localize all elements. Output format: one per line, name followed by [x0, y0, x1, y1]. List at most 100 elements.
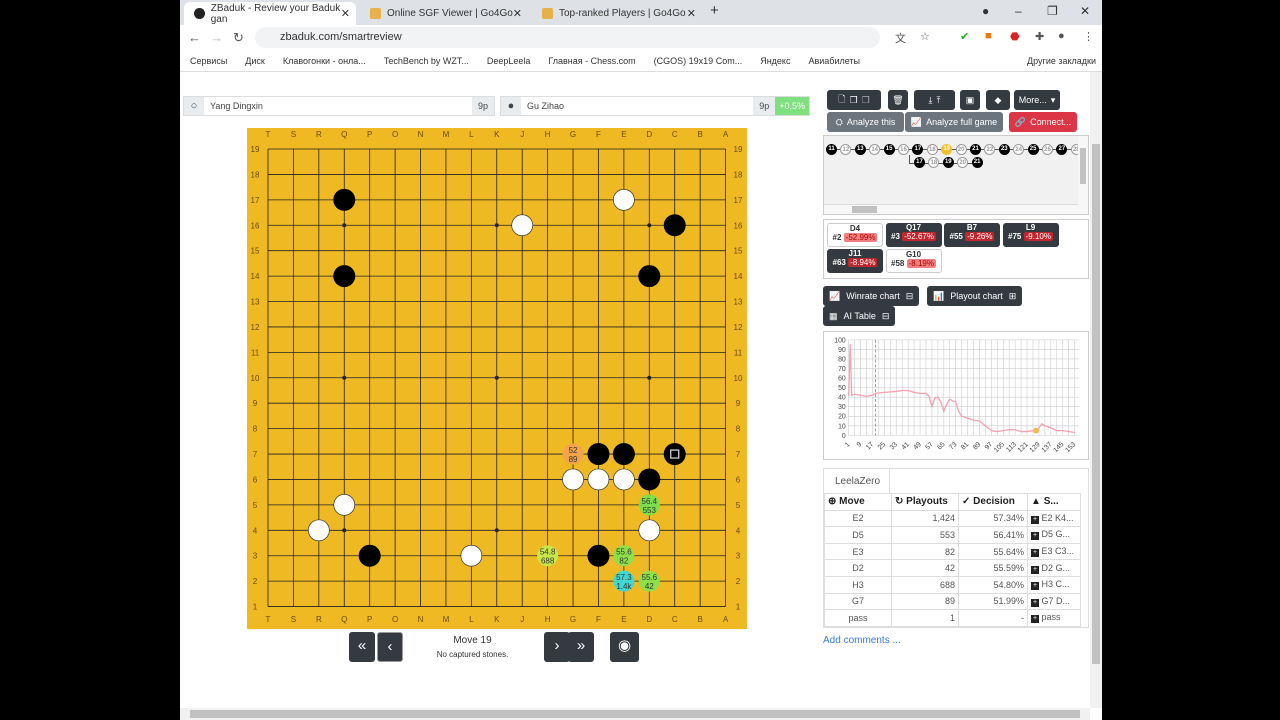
tree-node[interactable]: 16: [898, 144, 909, 155]
horizontal-scrollbar[interactable]: [180, 708, 1090, 720]
avatar[interactable]: ●: [1058, 30, 1065, 42]
tree-node[interactable]: 18: [928, 157, 940, 168]
new-tab-button[interactable]: +: [710, 2, 719, 19]
scrollbar-thumb[interactable]: [190, 710, 1080, 718]
candidate-move[interactable]: 5289: [562, 443, 584, 465]
table-row[interactable]: pass 1- + pass: [824, 609, 1081, 627]
winrate-chart[interactable]: 0 10 20 30 40 50 60 70 80 90 100 1 9 17 25 33 41 49 57 65 73…: [823, 331, 1089, 460]
winrate-chart-toggle[interactable]: 📈 Winrate chart ⊟: [823, 286, 920, 306]
tree-node[interactable]: 15: [883, 144, 895, 155]
mistake-item[interactable]: G10 #58 -8.19%: [885, 249, 942, 273]
analyze-this-button[interactable]: ⛭ Analyze this: [827, 112, 904, 132]
bookmark[interactable]: TechBench by WZT...: [384, 56, 469, 66]
bookmark[interactable]: Диск: [245, 56, 265, 66]
tree-node[interactable]: 17: [914, 157, 925, 168]
tab-zbaduk[interactable]: ZBaduk - Review your Baduk gan ✕: [184, 2, 356, 25]
url-input[interactable]: zbaduk.com/smartreview: [255, 27, 880, 48]
engine-tab[interactable]: LeelaZero: [824, 469, 890, 493]
tab-top-players[interactable]: Top-ranked Players | Go4Go ✕: [532, 2, 702, 25]
tree-node[interactable]: 13: [854, 144, 866, 155]
extension-icon[interactable]: ■: [985, 30, 992, 42]
tree-horizontal-scrollbar[interactable]: [824, 204, 1088, 214]
header-decision[interactable]: ✓ Decision: [958, 493, 1028, 511]
first-move-button[interactable]: «: [349, 632, 375, 662]
header-playouts[interactable]: ↻ Playouts: [891, 493, 959, 511]
close-tab-icon[interactable]: ✕: [687, 7, 696, 20]
ai-table-toggle[interactable]: ▦ AI Table ⊟: [823, 306, 896, 326]
go-board[interactable]: TT19 19SS18 18RR17 17QQ16 16PP15 15OO14 14NN13…: [247, 128, 747, 629]
table-row[interactable]: D5 553 56.41% + D5 G...: [824, 526, 1081, 544]
mistake-item[interactable]: Q17 #3 -52.67%: [885, 223, 942, 247]
star-icon[interactable]: ☆: [920, 30, 930, 43]
bookmark[interactable]: (CGOS) 19x19 Com...: [654, 56, 743, 66]
other-bookmarks[interactable]: Другие закладки: [1027, 56, 1102, 66]
tree-node[interactable]: 17: [912, 144, 924, 155]
next-move-button[interactable]: ›: [544, 632, 570, 662]
mistake-item[interactable]: J11 #63 -8.94%: [827, 249, 883, 273]
expand-icon[interactable]: +: [1031, 515, 1039, 524]
toggle-view-button[interactable]: ◉: [610, 632, 639, 662]
expand-icon[interactable]: +: [1031, 565, 1039, 574]
minimize-button[interactable]: –: [1015, 4, 1022, 18]
bookmark[interactable]: Сервисы: [190, 56, 227, 66]
candidate-move[interactable]: 55.642: [638, 570, 660, 592]
restore-button[interactable]: ❐: [1047, 4, 1058, 18]
menu-icon[interactable]: ⋮: [1083, 30, 1094, 43]
copy-icon[interactable]: ❐: [850, 95, 858, 106]
tree-node[interactable]: 21: [970, 144, 981, 155]
tree-node[interactable]: 20: [957, 157, 969, 168]
candidate-move[interactable]: 54.8688: [537, 545, 559, 567]
tab-sgf-viewer[interactable]: Online SGF Viewer | Go4Go ✕: [360, 2, 528, 25]
mistake-item[interactable]: B7 #55 -9.26%: [944, 223, 1000, 247]
scrollbar-thumb[interactable]: [1092, 144, 1100, 664]
forward-icon[interactable]: →: [210, 30, 223, 45]
expand-icon[interactable]: +: [1031, 532, 1039, 541]
last-move-button[interactable]: »: [568, 632, 594, 662]
bookmark[interactable]: DeepLeela: [487, 56, 531, 66]
close-tab-icon[interactable]: ✕: [341, 7, 350, 20]
header-sequence[interactable]: ▲ S...: [1027, 493, 1081, 511]
expand-icon[interactable]: +: [1031, 598, 1039, 607]
close-tab-icon[interactable]: ✕: [513, 7, 522, 20]
analyze-full-game-button[interactable]: 📈 Analyze full game: [905, 112, 1003, 132]
vertical-scrollbar[interactable]: [1090, 72, 1102, 708]
mistake-item[interactable]: D4 #2 -52.99%: [827, 223, 883, 247]
mistake-item[interactable]: L9 #75 -9.10%: [1002, 223, 1059, 247]
tree-node[interactable]: 27: [1056, 144, 1068, 155]
adblock-icon[interactable]: ⬣: [1010, 30, 1020, 43]
tree-node[interactable]: 26: [1042, 144, 1053, 155]
playout-chart-toggle[interactable]: 📊 Playout chart ⊞: [927, 286, 1023, 306]
table-row[interactable]: D2 42 55.59% + D2 G...: [824, 559, 1081, 577]
scrollbar-thumb[interactable]: [852, 206, 877, 213]
table-row[interactable]: E3 82 55.64% + E3 C3...: [824, 542, 1081, 561]
tree-node[interactable]: 20: [955, 144, 967, 155]
table-row[interactable]: G7 89 51.99% + G7 D...: [824, 592, 1081, 611]
more-dropdown[interactable]: More... ▾: [1014, 90, 1060, 110]
prev-move-button[interactable]: ‹: [377, 632, 403, 662]
paste-icon[interactable]: ❐: [862, 95, 870, 106]
tree-node[interactable]: 24: [1013, 144, 1025, 155]
add-comments-link[interactable]: Add comments ...: [823, 635, 901, 646]
tree-vertical-scrollbar[interactable]: [1078, 136, 1088, 206]
connect-button[interactable]: 🔗 Connect...: [1009, 112, 1077, 132]
tree-node[interactable]: 19: [942, 157, 954, 168]
delete-button[interactable]: 🗑: [888, 90, 908, 110]
expand-icon[interactable]: +: [1031, 582, 1039, 591]
tree-node[interactable]: 18: [926, 144, 938, 155]
save-button[interactable]: ▣: [960, 90, 980, 110]
header-move[interactable]: ⊕ Move: [824, 493, 892, 511]
translate-icon[interactable]: 文: [895, 30, 906, 46]
reload-icon[interactable]: ↻: [233, 30, 244, 46]
candidate-move[interactable]: 55.682: [613, 545, 635, 567]
tree-node[interactable]: 19: [941, 144, 953, 155]
tree-node[interactable]: 22: [984, 144, 996, 155]
expand-icon[interactable]: +: [1031, 615, 1039, 624]
puzzle-icon[interactable]: ✚: [1035, 30, 1044, 43]
tree-node[interactable]: 12: [840, 144, 852, 155]
bookmark[interactable]: Клавогонки - онла...: [283, 56, 366, 66]
new-file-icon[interactable]: 🗋: [838, 92, 845, 108]
bookmark[interactable]: Главная - Chess.com: [548, 56, 635, 66]
table-row[interactable]: H3 688 54.80% + H3 C...: [824, 575, 1081, 594]
eraser-button[interactable]: ◆: [986, 90, 1010, 110]
white-player-name[interactable]: Yang Dingxin: [204, 97, 472, 115]
